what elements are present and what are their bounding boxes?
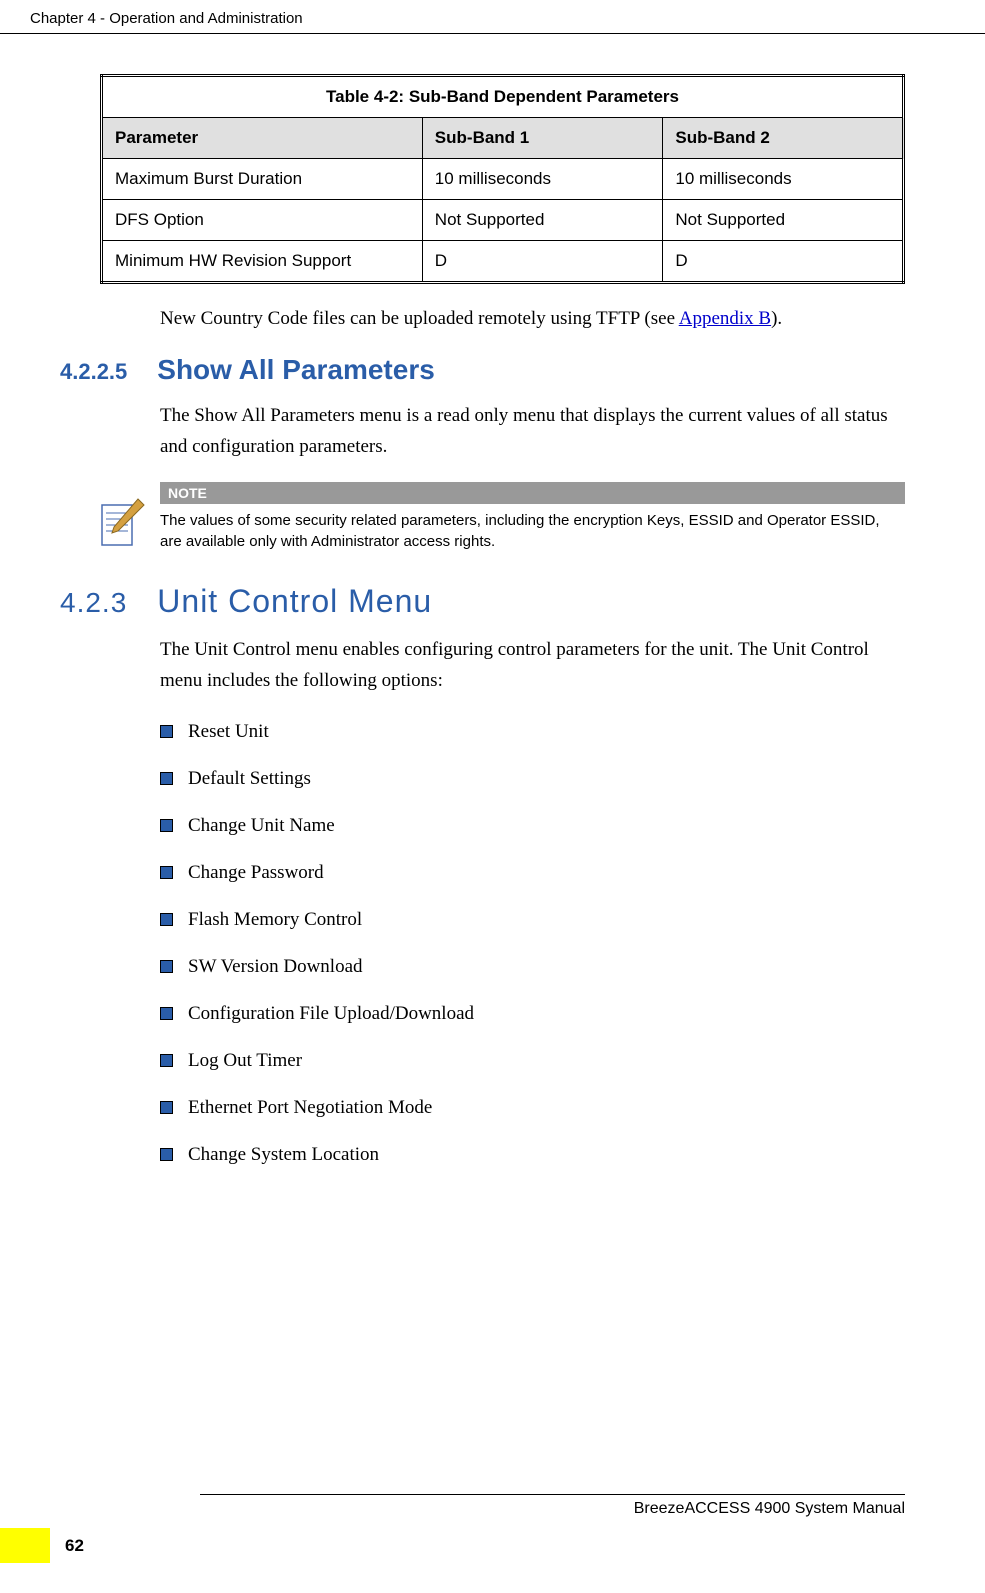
paragraph: The Show All Parameters menu is a read o… (30, 401, 905, 462)
page-footer: BreezeACCESS 4900 System Manual 62 (0, 1494, 985, 1563)
bullet-icon (160, 819, 173, 832)
bullet-icon (160, 772, 173, 785)
section-number: 4.2.2.5 (60, 359, 127, 385)
bullet-list: Reset Unit Default Settings Change Unit … (30, 721, 905, 1166)
list-item-text: Reset Unit (188, 721, 269, 743)
list-item-text: Flash Memory Control (188, 909, 362, 931)
list-item-text: Default Settings (188, 768, 311, 790)
bullet-icon (160, 866, 173, 879)
table-cell: Not Supported (422, 200, 663, 241)
text: ). (771, 308, 782, 329)
footer-title: BreezeACCESS 4900 System Manual (634, 1500, 905, 1518)
note-block: NOTE The values of some security related… (30, 482, 905, 558)
bullet-icon (160, 960, 173, 973)
bullet-icon (160, 725, 173, 738)
table-cell: D (663, 241, 904, 283)
list-item: Flash Memory Control (160, 909, 905, 931)
list-item-text: Change Unit Name (188, 815, 335, 837)
table-cell: DFS Option (102, 200, 423, 241)
table-cell: Maximum Burst Duration (102, 159, 423, 200)
list-item: Reset Unit (160, 721, 905, 743)
paragraph: The Unit Control menu enables configurin… (30, 635, 905, 696)
list-item: Log Out Timer (160, 1050, 905, 1072)
list-item: Change Password (160, 862, 905, 884)
page-header: Chapter 4 - Operation and Administration (0, 0, 985, 34)
appendix-b-link[interactable]: Appendix B (679, 308, 771, 329)
section-title: Show All Parameters (157, 354, 435, 386)
table-cell: 10 milliseconds (422, 159, 663, 200)
list-item: Ethernet Port Negotiation Mode (160, 1097, 905, 1119)
paragraph: New Country Code files can be uploaded r… (30, 304, 905, 334)
table-cell: Not Supported (663, 200, 904, 241)
list-item: SW Version Download (160, 956, 905, 978)
table-header: Sub-Band 2 (663, 118, 904, 159)
table-cell: D (422, 241, 663, 283)
table-header: Sub-Band 1 (422, 118, 663, 159)
page-marker (0, 1528, 50, 1563)
table-cell: Minimum HW Revision Support (102, 241, 423, 283)
table-header: Parameter (102, 118, 423, 159)
list-item: Configuration File Upload/Download (160, 1003, 905, 1025)
note-icon (100, 497, 145, 552)
list-item-text: Change System Location (188, 1144, 379, 1166)
bullet-icon (160, 1148, 173, 1161)
list-item-text: Change Password (188, 862, 324, 884)
list-item-text: Configuration File Upload/Download (188, 1003, 474, 1025)
list-item-text: Log Out Timer (188, 1050, 302, 1072)
bullet-icon (160, 1054, 173, 1067)
table-cell: 10 milliseconds (663, 159, 904, 200)
bullet-icon (160, 913, 173, 926)
section-title: Unit Control Menu (157, 583, 432, 620)
text: New Country Code files can be uploaded r… (160, 308, 679, 329)
section-number: 4.2.3 (60, 587, 127, 619)
note-label: NOTE (160, 482, 905, 504)
sub-band-parameters-table: Table 4-2: Sub-Band Dependent Parameters… (100, 74, 905, 284)
list-item: Default Settings (160, 768, 905, 790)
table-title: Table 4-2: Sub-Band Dependent Parameters (102, 76, 904, 118)
section-heading: 4.2.2.5 Show All Parameters (60, 354, 905, 386)
list-item: Change Unit Name (160, 815, 905, 837)
chapter-title: Chapter 4 - Operation and Administration (30, 10, 303, 27)
bullet-icon (160, 1007, 173, 1020)
bullet-icon (160, 1101, 173, 1114)
note-text: The values of some security related para… (160, 504, 905, 558)
section-heading: 4.2.3 Unit Control Menu (60, 583, 905, 620)
list-item-text: SW Version Download (188, 956, 363, 978)
page-number: 62 (65, 1536, 84, 1556)
list-item-text: Ethernet Port Negotiation Mode (188, 1097, 432, 1119)
list-item: Change System Location (160, 1144, 905, 1166)
